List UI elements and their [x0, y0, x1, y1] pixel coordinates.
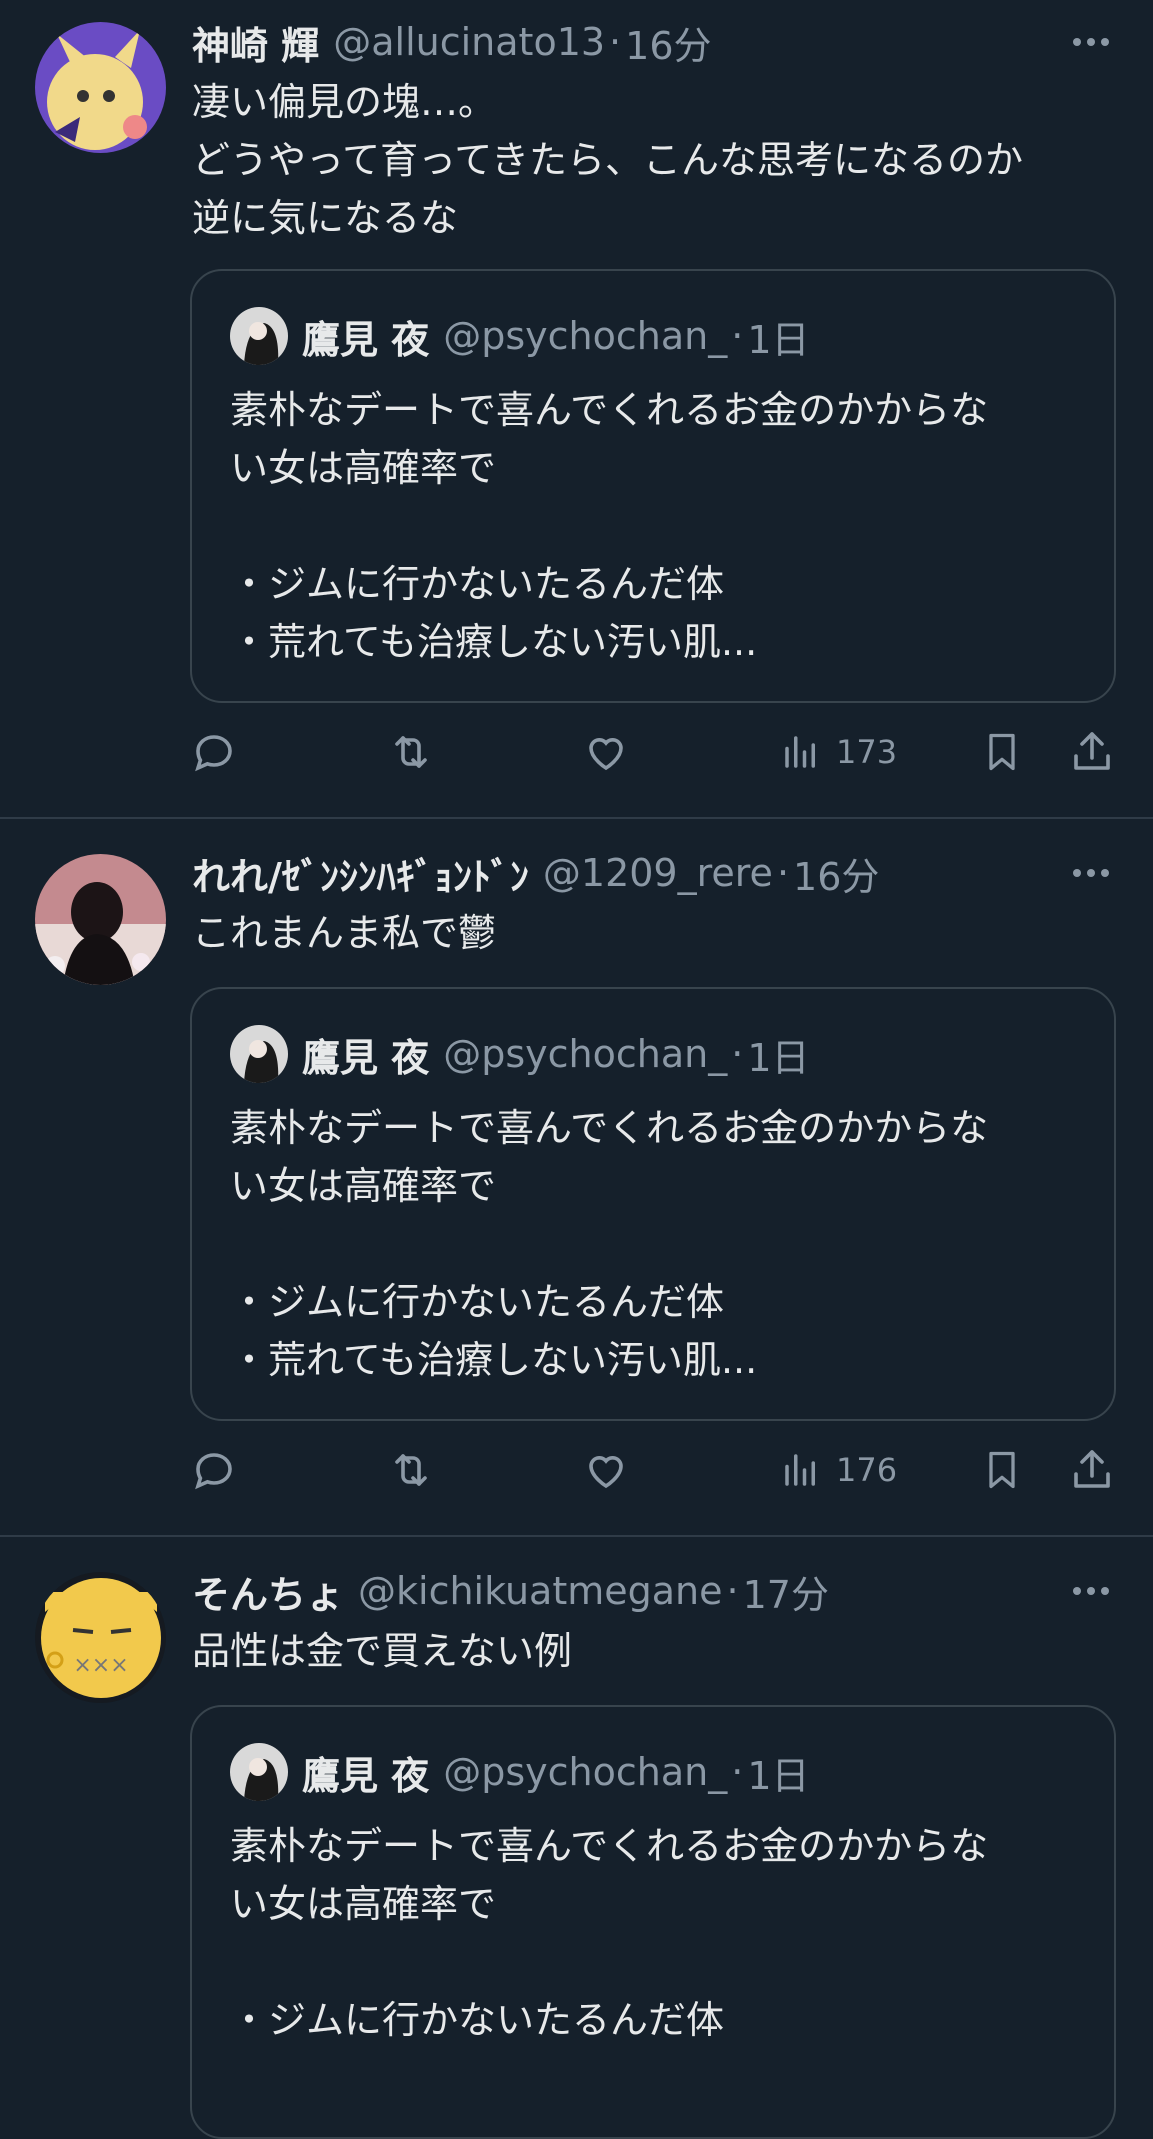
tweet[interactable]: れれ/ｾﾞﾝｼﾝﾊｷﾞｮﾝﾄﾞﾝ @1209_rere · 16分 これまんま私… [0, 819, 1153, 1535]
views-count: 173 [836, 733, 898, 771]
views-button[interactable]: 176 [780, 1440, 897, 1500]
tweet-text: 品性は金で買えない例 [192, 1629, 573, 1673]
cartoon-face-avatar[interactable]: ××× [35, 1572, 166, 1703]
timestamp[interactable]: 16分 [793, 848, 879, 899]
quoted-tweet-text: 素朴なデートで喜んでくれるお金のかからな い女は高確率で ・ジムに行かないたるん… [230, 1106, 989, 1382]
views-button[interactable]: 173 [780, 722, 897, 782]
bookmark-button[interactable] [980, 722, 1024, 782]
quoted-tweet-header: 鷹見 夜 @psychochan_ · 1日 [230, 307, 810, 365]
quoted-tweet-header: 鷹見 夜 @psychochan_ · 1日 [230, 1743, 810, 1801]
share-icon [1074, 732, 1110, 770]
quoted-avatar [230, 1025, 288, 1083]
quoted-user-handle: @psychochan_ [443, 1750, 728, 1794]
separator-dot: · [609, 20, 622, 64]
share-button[interactable] [1068, 1440, 1116, 1500]
views-chart-icon [785, 1454, 815, 1486]
quoted-display-name: 鷹見 夜 [302, 1035, 430, 1080]
display-name[interactable]: れれ/ｾﾞﾝｼﾝﾊｷﾞｮﾝﾄﾞﾝ [192, 848, 529, 899]
more-options-icon[interactable] [1069, 22, 1113, 62]
separator-dot: · [726, 1569, 739, 1613]
views-chart-icon [785, 736, 815, 768]
bookmark-button[interactable] [980, 1440, 1024, 1500]
views-count: 176 [836, 1451, 898, 1489]
quoted-display-name: 鷹見 夜 [302, 317, 430, 362]
photo-avatar[interactable] [35, 854, 166, 985]
tweet[interactable]: 神崎 輝 @allucinato13 · 16分 凄い偏見の塊…。 どうやって育… [0, 0, 1153, 818]
quoted-timestamp: 1日 [747, 1753, 810, 1798]
user-handle[interactable]: @kichikuatmegane [358, 1569, 722, 1613]
quoted-tweet-text: 素朴なデートで喜んでくれるお金のかからな い女は高確率で ・ジムに行かないたるん… [230, 388, 989, 664]
display-name[interactable]: そんちょ [192, 1566, 344, 1617]
separator-dot: · [731, 1032, 744, 1076]
quoted-tweet-header: 鷹見 夜 @psychochan_ · 1日 [230, 1025, 810, 1083]
retweet-icon [395, 736, 427, 768]
action-bar: 176 [190, 1440, 1116, 1500]
quoted-tweet[interactable]: 鷹見 夜 @psychochan_ · 1日 素朴なデートで喜んでくれるお金のか… [190, 1705, 1116, 2139]
timestamp[interactable]: 16分 [625, 17, 711, 68]
like-button[interactable] [582, 1440, 630, 1500]
separator-dot: · [776, 851, 790, 895]
more-options-icon[interactable] [1069, 1571, 1113, 1611]
tweet[interactable]: ××× そんちょ @kichikuatmegane · 17分 品性は金で買えな… [0, 1537, 1153, 2139]
quoted-display-name: 鷹見 夜 [302, 1753, 430, 1798]
user-handle[interactable]: @1209_rere [543, 851, 773, 895]
quoted-user-handle: @psychochan_ [443, 314, 728, 358]
quoted-tweet[interactable]: 鷹見 夜 @psychochan_ · 1日 素朴なデートで喜んでくれるお金のか… [190, 269, 1116, 703]
quoted-avatar [230, 307, 288, 365]
bookmark-icon [989, 1451, 1015, 1489]
share-icon [1074, 1450, 1110, 1488]
reply-button[interactable] [190, 722, 238, 782]
reply-button[interactable] [190, 1440, 238, 1500]
tweet-header: 神崎 輝 @allucinato13 · 16分 [192, 17, 1073, 67]
quoted-tweet[interactable]: 鷹見 夜 @psychochan_ · 1日 素朴なデートで喜んでくれるお金のか… [190, 987, 1116, 1421]
heart-icon [589, 738, 623, 771]
bookmark-icon [989, 733, 1015, 771]
separator-dot: · [731, 314, 744, 358]
heart-icon [589, 1456, 623, 1489]
more-options-icon[interactable] [1069, 853, 1113, 893]
quoted-user-handle: @psychochan_ [443, 1032, 728, 1076]
tweet-header: そんちょ @kichikuatmegane · 17分 [192, 1566, 1073, 1616]
tweet-text: これまんま私で鬱 [192, 911, 497, 955]
quoted-tweet-text: 素朴なデートで喜んでくれるお金のかからな い女は高確率で ・ジムに行かないたるん… [230, 1824, 989, 2042]
reply-icon [195, 1453, 232, 1490]
separator-dot: · [731, 1750, 744, 1794]
timestamp[interactable]: 17分 [743, 1566, 829, 1617]
share-button[interactable] [1068, 722, 1116, 782]
reply-icon [195, 735, 232, 772]
display-name[interactable]: 神崎 輝 [192, 17, 319, 68]
like-button[interactable] [582, 722, 630, 782]
quoted-avatar [230, 1743, 288, 1801]
mimikyu-avatar[interactable] [35, 22, 166, 153]
tweet-header: れれ/ｾﾞﾝｼﾝﾊｷﾞｮﾝﾄﾞﾝ @1209_rere · 16分 [192, 848, 1073, 898]
retweet-button[interactable] [386, 1440, 436, 1500]
svg-text:×××: ××× [73, 1653, 128, 1678]
action-bar: 173 [190, 722, 1116, 782]
retweet-icon [395, 1454, 427, 1486]
retweet-button[interactable] [386, 722, 436, 782]
quoted-timestamp: 1日 [747, 317, 810, 362]
tweet-text: 凄い偏見の塊…。 どうやって育ってきたら、こんな思考になるのか 逆に気になるな [192, 80, 1024, 240]
quoted-timestamp: 1日 [747, 1035, 810, 1080]
user-handle[interactable]: @allucinato13 [333, 20, 605, 64]
